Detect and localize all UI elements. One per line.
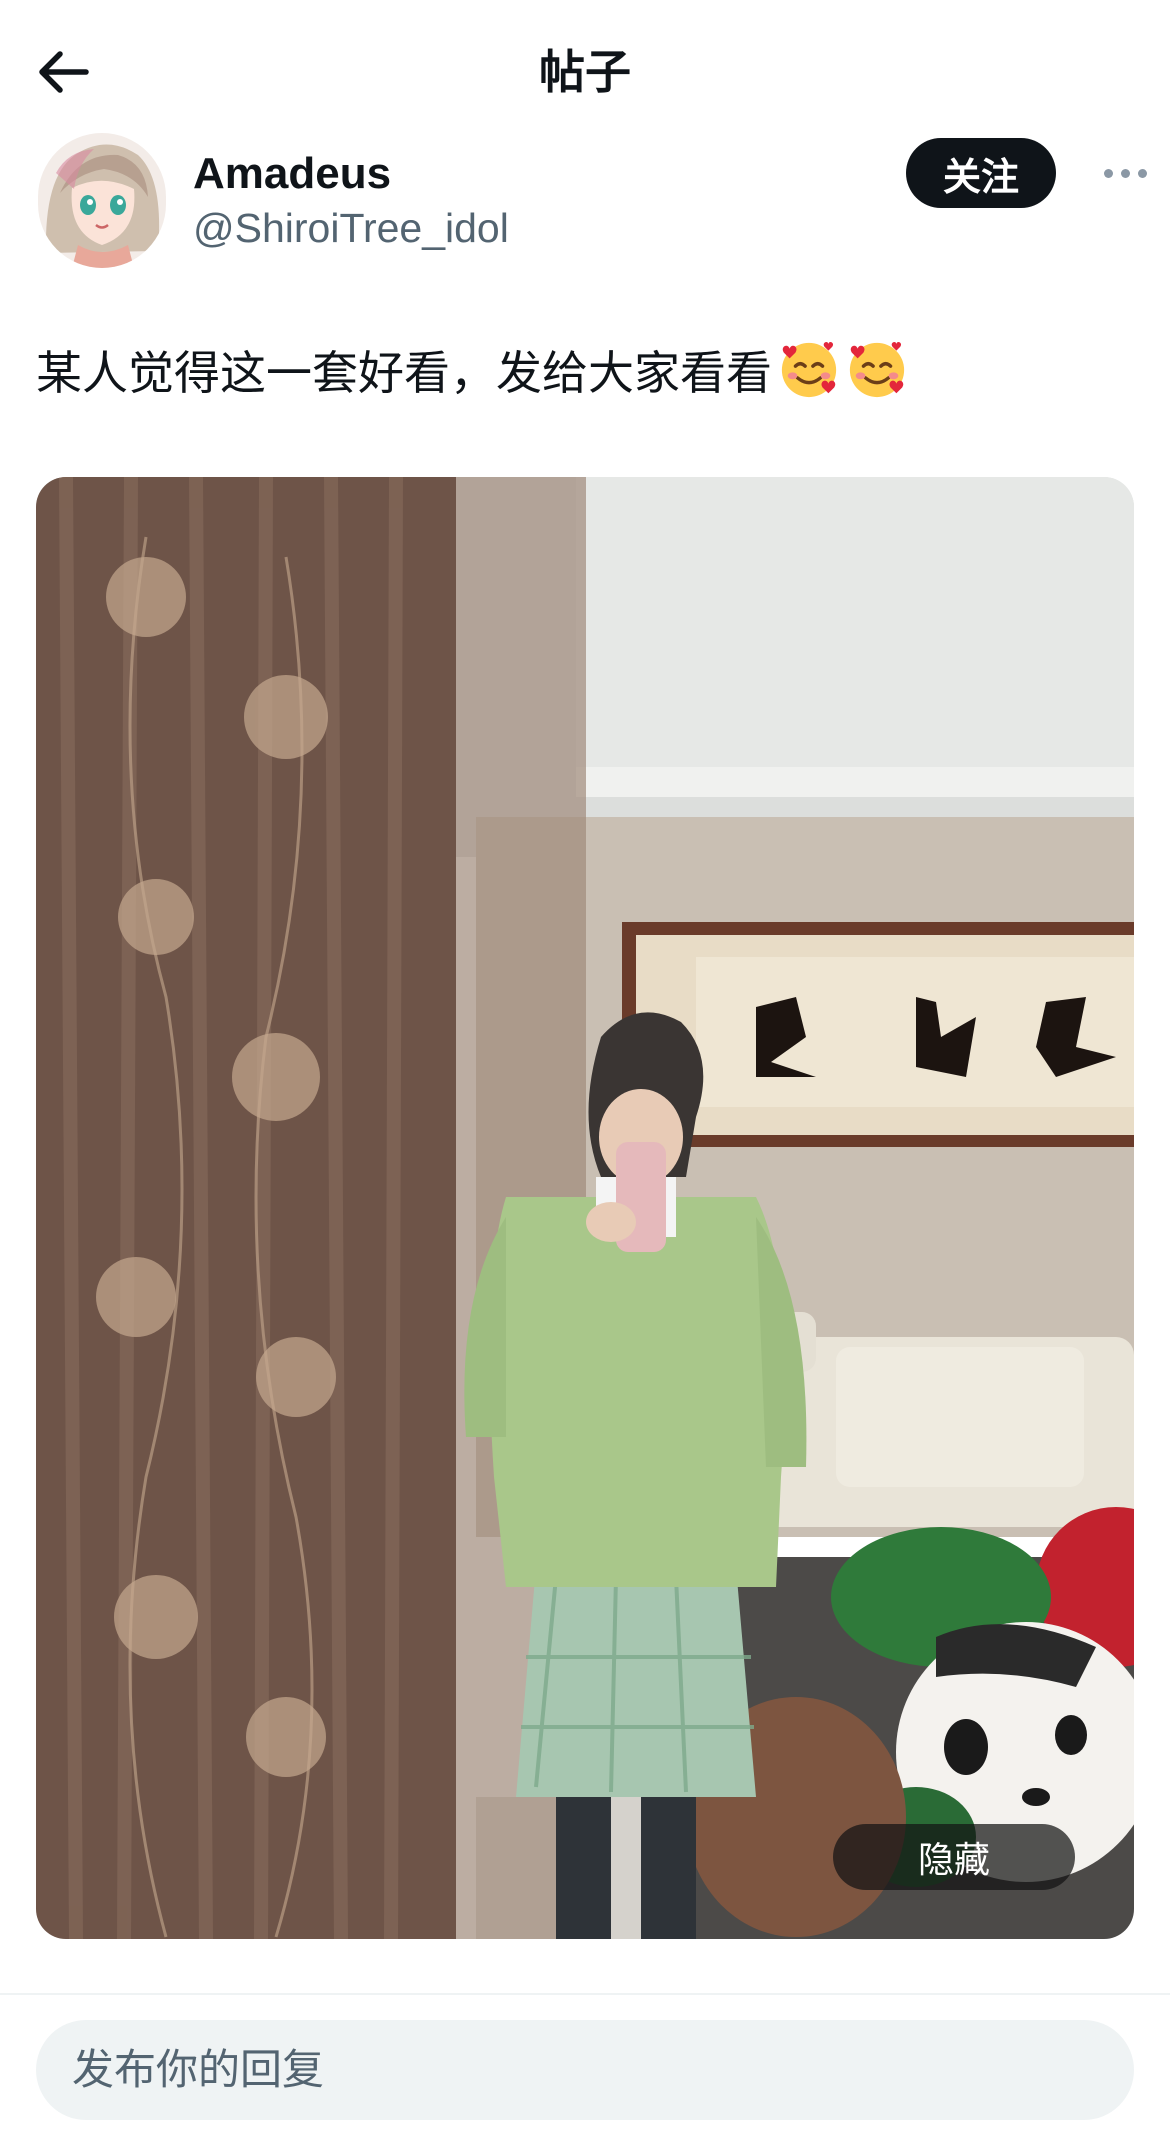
post-text: 某人觉得这一套好看，发给大家看看 — [36, 336, 908, 410]
page-title: 帖子 — [539, 45, 631, 99]
reply-placeholder: 发布你的回复 — [72, 2045, 325, 2094]
top-bar: 帖子 — [0, 0, 1170, 135]
anime-girl-avatar-icon — [38, 133, 166, 268]
more-dot — [1103, 168, 1113, 178]
avatar[interactable] — [38, 133, 166, 268]
author-handle[interactable]: @ShiroiTree_idol — [193, 200, 509, 256]
smiling-face-with-hearts-icon — [849, 342, 905, 398]
divider — [0, 1993, 1170, 1995]
photo-illustration — [36, 477, 1134, 1939]
more-options-button[interactable] — [1083, 150, 1167, 196]
post-photo[interactable] — [36, 477, 1134, 1939]
hide-media-button[interactable]: 隐藏 — [833, 1824, 1075, 1890]
smiling-face-with-hearts-icon — [781, 342, 837, 398]
more-dot — [1137, 168, 1147, 178]
post-text-body: 某人觉得这一套好看，发给大家看看 — [36, 346, 772, 400]
follow-button[interactable]: 关注 — [906, 138, 1056, 208]
reply-input[interactable]: 发布你的回复 — [36, 2020, 1134, 2120]
more-dot — [1120, 168, 1130, 178]
author-display-name[interactable]: Amadeus — [193, 146, 391, 202]
